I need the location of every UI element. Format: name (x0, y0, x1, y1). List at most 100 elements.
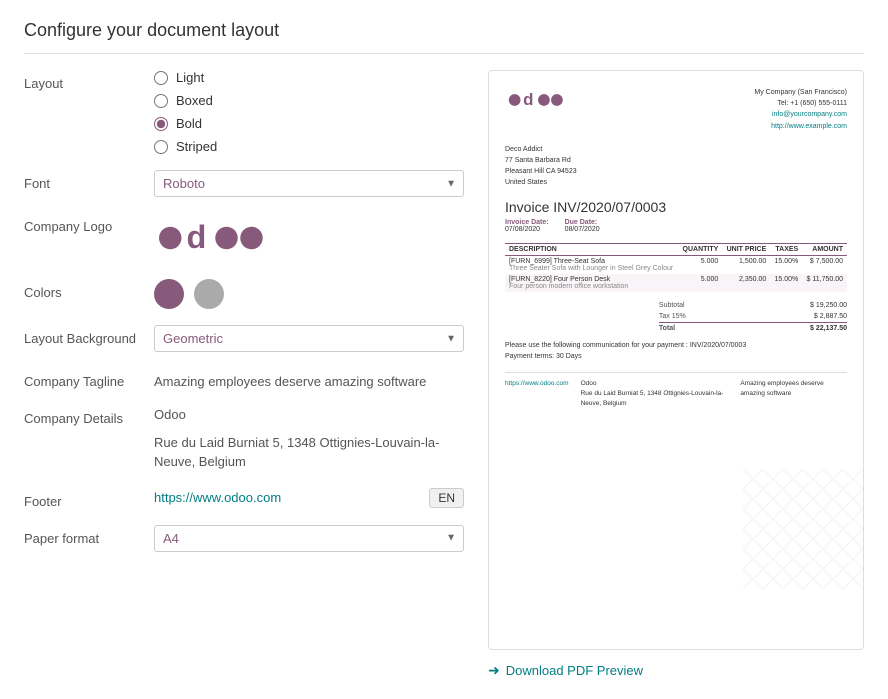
invoice-dates: Invoice Date: 07/08/2020 Due Date: 08/07… (505, 219, 847, 233)
company-logo-row: Company Logo d (24, 213, 464, 263)
inv-footer-address: Rue du Laid Burniat 5, 1348 Ottignies-Lo… (581, 389, 729, 410)
layout-radio-bold[interactable] (154, 117, 168, 131)
inv-footer-url: https://www.odoo.com (505, 380, 569, 387)
layout-row: Layout Light Boxed Bold (24, 70, 464, 154)
invoice-date-val: 07/08/2020 (505, 226, 540, 233)
subtotal-val: $ 19,250.00 (810, 302, 847, 309)
table-row: [FURN_6999] Three-Seat Sofa Three Seater… (505, 255, 847, 274)
inv-company-email: info@yourcompany.com (772, 111, 847, 118)
row2-unit-price: 2,350.00 (722, 274, 770, 292)
inv-client-country: United States (505, 177, 847, 188)
primary-color-swatch[interactable] (154, 279, 184, 309)
company-tagline-content: Amazing employees deserve amazing softwa… (154, 368, 464, 389)
layout-background-label: Layout Background (24, 325, 154, 346)
layout-background-select-wrap: Geometric None Lines Dots (154, 325, 464, 352)
invoice-logo: d (505, 87, 575, 132)
layout-option-light[interactable]: Light (154, 70, 464, 85)
company-logo-label: Company Logo (24, 213, 154, 234)
inv-footer-url-col: https://www.odoo.com (505, 379, 569, 410)
inv-client-name: Deco Addict (505, 144, 847, 155)
inv-client-address: 77 Santa Barbara Rd (505, 155, 847, 166)
due-date-label: Due Date: (565, 219, 600, 226)
download-pdf-link[interactable]: ➜ Download PDF Preview (488, 662, 864, 679)
row2-desc: [FURN_8220] Four Person Desk Four person… (505, 274, 678, 292)
invoice-notice: Please use the following communication f… (505, 342, 847, 349)
colors-label: Colors (24, 279, 154, 300)
row2-taxes: 15.00% (770, 274, 802, 292)
font-select[interactable]: Roboto Open Sans Lato Montserrat (154, 170, 464, 197)
row2-qty: 5.000 (678, 274, 722, 292)
invoice-header: d My Company (San Francisco) Tel: +1 (65… (505, 87, 847, 132)
invoice-totals: Subtotal $ 19,250.00 Tax 15% $ 2,887.50 … (659, 300, 847, 334)
color-swatches (154, 279, 464, 309)
col-taxes: TAXES (770, 243, 802, 255)
col-quantity: QUANTITY (678, 243, 722, 255)
main-layout: Layout Light Boxed Bold (24, 70, 864, 679)
inv-footer-tagline: Amazing employees deserve amazing softwa… (740, 379, 847, 400)
layout-label-light: Light (176, 70, 204, 85)
company-name: Odoo (154, 405, 464, 425)
due-date-val: 08/07/2020 (565, 226, 600, 233)
footer-row: Footer https://www.odoo.com EN (24, 488, 464, 509)
invoice-title: Invoice INV/2020/07/0003 (505, 199, 847, 215)
layout-background-content: Geometric None Lines Dots (154, 325, 464, 352)
font-select-wrap: Roboto Open Sans Lato Montserrat (154, 170, 464, 197)
page-title: Configure your document layout (24, 20, 864, 54)
col-amount: AMOUNT (802, 243, 847, 255)
layout-radio-boxed[interactable] (154, 94, 168, 108)
tax-row: Tax 15% $ 2,887.50 (659, 311, 847, 322)
company-address: Rue du Laid Burniat 5, 1348 Ottignies-Lo… (154, 433, 464, 472)
col-unit-price: UNIT PRICE (722, 243, 770, 255)
layout-radio-light[interactable] (154, 71, 168, 85)
subtotal-row: Subtotal $ 19,250.00 (659, 300, 847, 311)
total-val: $ 22,137.50 (810, 325, 847, 332)
download-pdf-label: Download PDF Preview (506, 663, 643, 678)
right-panel: d My Company (San Francisco) Tel: +1 (65… (488, 70, 864, 679)
company-tagline-label: Company Tagline (24, 368, 154, 389)
inv-footer-company-col: Odoo Rue du Laid Burniat 5, 1348 Ottigni… (581, 379, 729, 410)
layout-radio-striped[interactable] (154, 140, 168, 154)
svg-text:d: d (187, 219, 207, 255)
footer-content: https://www.odoo.com EN (154, 488, 464, 508)
layout-option-striped[interactable]: Striped (154, 139, 464, 154)
company-details-content: Odoo Rue du Laid Burniat 5, 1348 Ottigni… (154, 405, 464, 472)
company-tagline-row: Company Tagline Amazing employees deserv… (24, 368, 464, 389)
subtotal-label: Subtotal (659, 302, 685, 309)
layout-option-bold[interactable]: Bold (154, 116, 464, 131)
layout-background-row: Layout Background Geometric None Lines D… (24, 325, 464, 352)
download-arrow-icon: ➜ (488, 662, 500, 679)
inv-company-web: http://www.example.com (771, 123, 847, 130)
footer-url[interactable]: https://www.odoo.com (154, 490, 281, 505)
inv-client-city: Pleasant Hill CA 94523 (505, 166, 847, 177)
layout-background-select[interactable]: Geometric None Lines Dots (154, 325, 464, 352)
svg-text:d: d (523, 90, 533, 109)
layout-label-bold: Bold (176, 116, 202, 131)
invoice-date-block: Invoice Date: 07/08/2020 (505, 219, 549, 233)
invoice-table: DESCRIPTION QUANTITY UNIT PRICE TAXES AM… (505, 243, 847, 292)
layout-label: Layout (24, 70, 154, 91)
paper-format-select-wrap: A4 Letter (154, 525, 464, 552)
invoice-footer: https://www.odoo.com Odoo Rue du Laid Bu… (505, 372, 847, 410)
invoice-table-head: DESCRIPTION QUANTITY UNIT PRICE TAXES AM… (505, 243, 847, 255)
colors-row: Colors (24, 279, 464, 309)
row1-desc: [FURN_6999] Three-Seat Sofa Three Seater… (505, 255, 678, 274)
footer-label: Footer (24, 488, 154, 509)
tax-val: $ 2,887.50 (814, 313, 847, 320)
layout-label-striped: Striped (176, 139, 217, 154)
odoo-logo-svg: d (154, 213, 284, 263)
invoice-payment-terms: Payment terms: 30 Days (505, 353, 847, 360)
page-container: Configure your document layout Layout Li… (0, 0, 888, 699)
layout-option-boxed[interactable]: Boxed (154, 93, 464, 108)
company-logo-display: d (154, 213, 464, 263)
table-row: [FURN_8220] Four Person Desk Four person… (505, 274, 847, 292)
row2-amount: $ 11,750.00 (802, 274, 847, 292)
total-label: Total (659, 325, 675, 332)
row1-unit-price: 1,500.00 (722, 255, 770, 274)
footer-lang[interactable]: EN (429, 488, 464, 508)
invoice-client: Deco Addict 77 Santa Barbara Rd Pleasant… (505, 144, 847, 189)
paper-format-select[interactable]: A4 Letter (154, 525, 464, 552)
invoice-bg-pattern (743, 469, 863, 589)
company-logo-content: d (154, 213, 464, 263)
layout-options: Light Boxed Bold Striped (154, 70, 464, 154)
secondary-color-swatch[interactable] (194, 279, 224, 309)
